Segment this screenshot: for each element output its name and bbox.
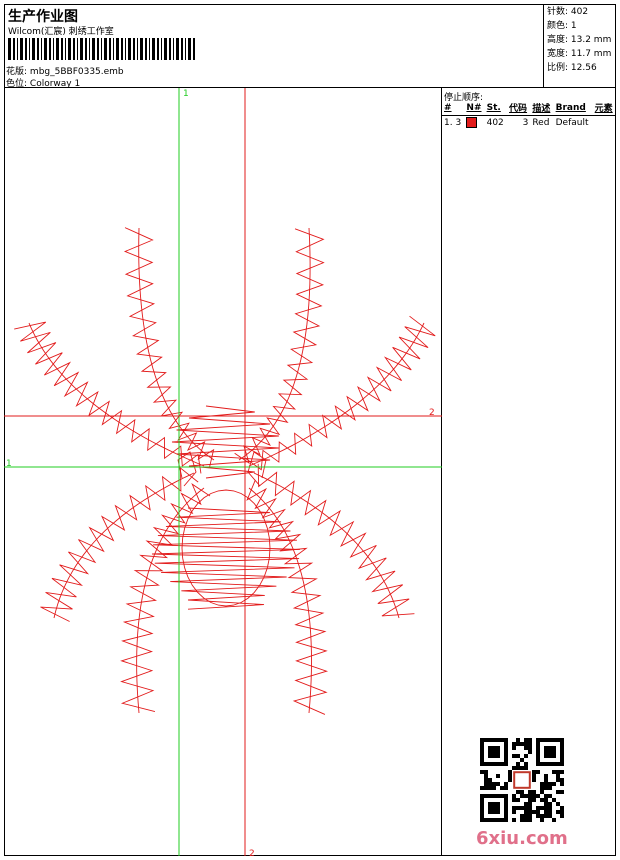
leg-upper-left-outer bbox=[14, 321, 202, 474]
pincer-right bbox=[247, 451, 267, 487]
row-brand: Default bbox=[555, 117, 589, 128]
barcode bbox=[8, 38, 195, 60]
leg-upper-left-inner-spine bbox=[138, 227, 215, 461]
stat-label: 宽度: bbox=[547, 49, 569, 59]
leg-upper-left-inner bbox=[123, 227, 215, 467]
stat-label: 针数: bbox=[547, 7, 569, 17]
row-code: 3 bbox=[522, 117, 529, 128]
column-header: 代码 bbox=[509, 104, 528, 114]
stitch-drawing: 1 2 1 2 bbox=[4, 88, 442, 859]
column-header: 描述 bbox=[532, 104, 551, 114]
column-header: St. bbox=[486, 102, 501, 113]
stat-row: 比例: 12.56 bbox=[547, 61, 611, 75]
stat-label: 高度: bbox=[547, 35, 569, 45]
guide-label: 1 bbox=[6, 459, 12, 469]
watermark: 6xiu.com bbox=[476, 828, 568, 849]
row-desc: Red bbox=[532, 117, 550, 128]
stat-row: 颜色: 1 bbox=[547, 19, 611, 33]
page-title: 生产作业图 bbox=[8, 9, 78, 25]
stop-sequence-table: # N# St. 代码 描述 Brand 元素 1. 3 402 3 Red Default bbox=[442, 100, 616, 129]
company-name: Wilcom(汇宸) 刺绣工作室 bbox=[8, 27, 114, 37]
stat-value: 402 bbox=[568, 7, 589, 17]
leg-upper-left-outer-spine bbox=[28, 322, 205, 467]
column-header: Brand bbox=[555, 102, 586, 113]
leg-upper-right-outer-spine bbox=[248, 322, 425, 467]
column-header: # bbox=[444, 102, 452, 113]
leg-upper-right-outer bbox=[245, 315, 436, 471]
column-header: N# bbox=[466, 102, 482, 113]
stat-row: 高度: 13.2 mm bbox=[547, 33, 611, 47]
stat-value: 12.56 bbox=[568, 63, 597, 73]
column-header: 元素 bbox=[594, 104, 613, 114]
color-swatch bbox=[466, 117, 478, 128]
leg-lower-right-inner bbox=[246, 480, 329, 715]
stat-value: 13.2 mm bbox=[568, 35, 612, 45]
guide-label: 2 bbox=[249, 849, 255, 856]
guide-label: 1 bbox=[183, 89, 189, 99]
stat-label: 比例: bbox=[547, 63, 569, 73]
stat-value: 1 bbox=[568, 21, 577, 31]
stop-sequence-panel: 停止顺序: # N# St. 代码 描述 Brand 元素 1. 3 402 3 Red Defau… bbox=[442, 88, 616, 856]
leg-lower-left-outer bbox=[40, 467, 199, 622]
qr-code bbox=[480, 738, 564, 822]
table-row: 1. 3 402 3 Red Default bbox=[442, 116, 616, 130]
stat-label: 颜色: bbox=[547, 21, 569, 31]
stats-panel: 针数: 402 颜色: 1 高度: 13.2 mm 宽度: 11.7 mm 比例: 12… bbox=[544, 4, 616, 88]
spider-abdomen bbox=[151, 507, 300, 610]
stat-value: 11.7 mm bbox=[568, 49, 612, 59]
stat-row: 针数: 402 bbox=[547, 5, 611, 19]
header-info: 生产作业图 Wilcom(汇宸) 刺绣工作室 花版: mbg_5BBF0335.… bbox=[4, 4, 544, 89]
row-color bbox=[464, 116, 484, 130]
row-stitches: 402 bbox=[486, 117, 504, 128]
design-area: 1 2 1 2 bbox=[4, 88, 442, 859]
guide-label: 2 bbox=[429, 408, 435, 418]
stat-row: 宽度: 11.7 mm bbox=[547, 47, 611, 61]
row-index: 1. 3 bbox=[444, 117, 462, 128]
